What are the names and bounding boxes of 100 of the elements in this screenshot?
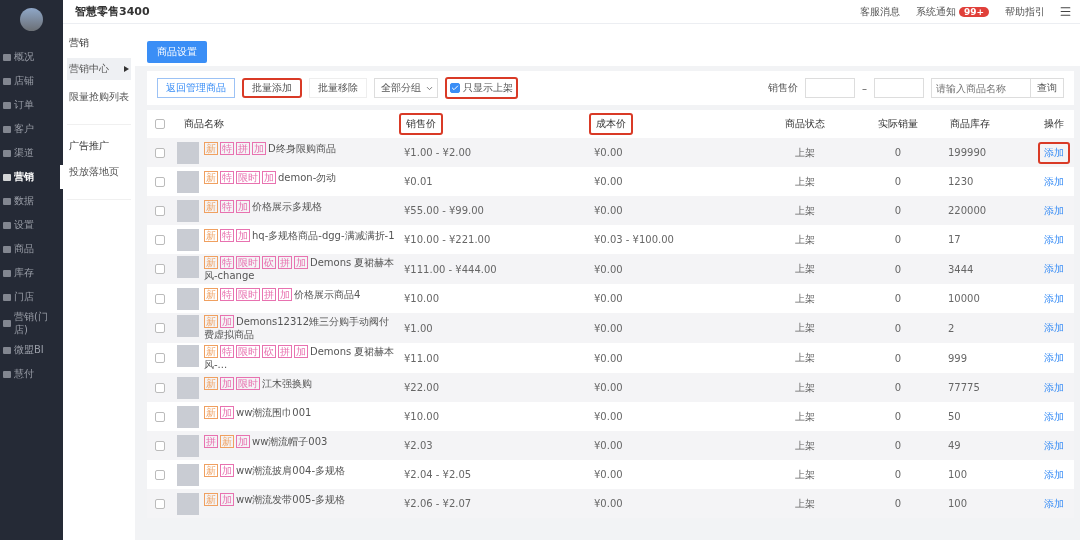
sub-nav-item[interactable]: 限量抢购列表 [67,86,131,108]
row-checkbox[interactable] [155,323,165,333]
sidebar-item[interactable]: 概况 [0,45,63,69]
add-link[interactable]: 添加 [1037,141,1070,164]
sidebar-item[interactable]: 门店 [0,285,63,309]
sidebar-item[interactable]: 营销(门店) [0,309,63,338]
product-name: 新 加 Demons12312雉三分购手动阀付费虚拟商品 [204,315,391,341]
price-cell-text: ¥0.01 [403,176,434,187]
menu-icon[interactable] [1059,5,1072,18]
stock-cell-text: 100 [947,498,969,509]
stock-cell-text: 199990 [947,147,988,158]
caret-icon [124,66,129,72]
cost-cell-text: ¥0.00 [593,147,624,158]
min-price-field[interactable] [805,78,855,98]
section-title: 广告推广 [68,139,110,153]
stock-cell-text: 2 [947,322,956,334]
sidebar-item[interactable]: 微盟BI [0,338,63,362]
add-link[interactable]: 添加 [1037,434,1070,457]
stock-cell-text: 50 [947,411,962,422]
sub-nav-item[interactable]: 营销中心 [67,58,131,80]
sidebar-item[interactable]: 库存 [0,261,63,285]
add-link[interactable]: 添加 [1037,347,1070,369]
add-link[interactable]: 添加 [1037,170,1070,193]
status-cell-text: 上架 [794,467,816,482]
column-header: 操作 [1042,117,1065,131]
top-link[interactable]: 帮助指引 [1005,4,1045,19]
row-checkbox[interactable] [155,234,165,245]
avatar[interactable] [20,8,43,31]
max-price-field[interactable] [874,78,924,98]
sales-cell-text: 0 [893,498,903,509]
sidebar-item[interactable]: 商品 [0,237,63,261]
photo-placeholder [177,315,199,337]
sidebar-item[interactable]: 渠道 [0,141,63,165]
menu-item-icon [3,77,11,85]
product-name: 新 特 限时 砍 拼 加 Demons 夏裙赫本风-... [204,345,396,371]
sidebar-item[interactable]: 店铺 [0,69,63,93]
toolbar-button[interactable]: 批量添加 [242,78,302,98]
cost-cell-text: ¥0.00 [593,293,624,304]
menu-item-icon [3,221,11,229]
group-select[interactable]: 全部分组 [374,78,438,98]
only-listed-checkbox[interactable]: 只显示上架 [445,77,518,99]
sales-cell-text: 0 [893,263,903,275]
product-name: 新 特 限时 砍 拼 加 Demons 夏裙赫本风-change [204,256,396,282]
sales-cell-text: 0 [893,234,903,245]
product-name: 新 特 限时 加 demon-勿动 [204,170,337,184]
add-link[interactable]: 添加 [1037,287,1070,310]
sidebar-item[interactable]: 订单 [0,93,63,117]
sub-nav-item[interactable]: 投放落地页 [67,161,131,183]
menu-item-icon [3,320,11,327]
row-checkbox[interactable] [155,205,165,216]
column-header: 商品状态 [784,117,826,131]
price-cell-text: ¥22.00 [403,382,440,393]
row-checkbox[interactable] [155,498,165,509]
status-cell-text: 上架 [794,351,816,365]
menu-item-icon [3,197,11,205]
row-checkbox[interactable] [155,176,165,187]
search-button[interactable]: 查询 [1030,78,1064,98]
sales-cell-text: 0 [893,469,903,480]
add-link[interactable]: 添加 [1037,258,1070,280]
row-checkbox[interactable] [155,469,165,480]
status-cell-text: 上架 [794,232,816,247]
cost-cell-text: ¥0.00 [593,205,624,216]
row-checkbox[interactable] [155,382,165,393]
add-link[interactable]: 添加 [1037,492,1070,515]
add-link[interactable]: 添加 [1037,405,1070,428]
top-link[interactable]: 客服消息 [859,4,900,19]
sidebar-item[interactable]: 客户 [0,117,63,141]
product-settings-button[interactable]: 商品设置 [147,41,207,63]
stock-cell-text: 77775 [947,382,981,393]
sidebar-item[interactable]: 数据 [0,189,63,213]
photo-placeholder [177,141,199,164]
search-field[interactable]: 请输入商品名称 [931,78,1031,98]
toolbar-button[interactable]: 返回管理商品 [157,78,235,98]
stock-cell-text: 999 [947,352,969,364]
select-all-checkbox[interactable] [155,119,165,129]
photo-placeholder [177,199,199,222]
top-link[interactable]: 系统通知 [915,4,956,19]
cost-cell-text: ¥0.00 [593,176,624,187]
add-link[interactable]: 添加 [1037,199,1070,222]
row-checkbox[interactable] [155,440,165,451]
product-name: 新 加 限时 江木强换购 [204,376,312,390]
sales-cell-text: 0 [893,147,903,158]
row-checkbox[interactable] [155,264,165,274]
price-cell-text: ¥10.00 [403,411,440,422]
row-checkbox[interactable] [155,293,165,304]
row-checkbox[interactable] [155,411,165,422]
row-checkbox[interactable] [155,147,165,158]
price-cell-text: ¥10.00 [403,293,440,304]
sidebar-item[interactable]: 慧付 [0,362,63,386]
add-link[interactable]: 添加 [1037,463,1070,486]
add-link[interactable]: 添加 [1037,376,1070,399]
stock-cell-text: 49 [947,440,962,451]
photo-placeholder [177,492,199,515]
add-link[interactable]: 添加 [1037,317,1070,339]
sidebar-item[interactable]: 设置 [0,213,63,237]
menu-item-icon [3,293,11,301]
row-checkbox[interactable] [155,353,165,363]
toolbar-button[interactable]: 批量移除 [309,78,367,98]
add-link[interactable]: 添加 [1037,228,1070,251]
status-cell-text: 上架 [794,438,816,453]
